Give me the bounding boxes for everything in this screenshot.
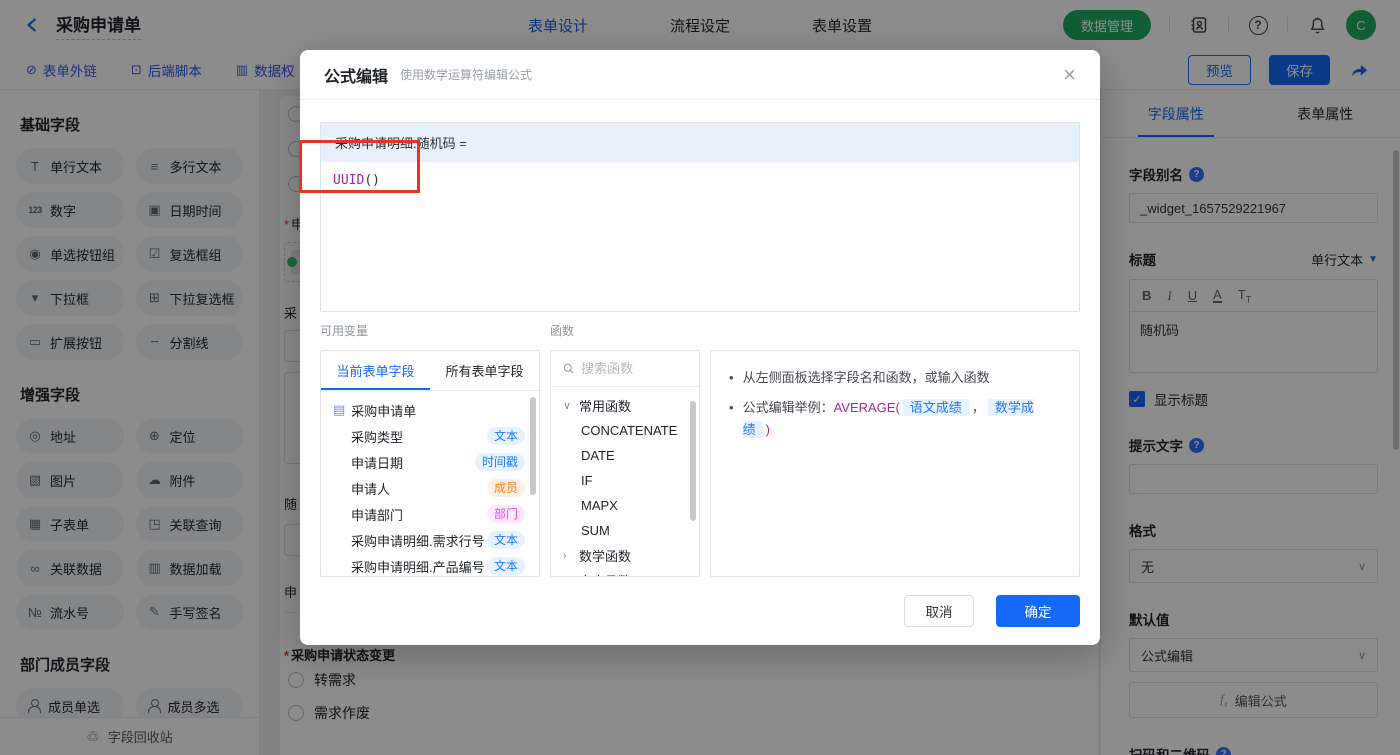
functions-scrollbar[interactable] [690, 401, 696, 521]
variable-item[interactable]: 申请人 成员 [321, 475, 539, 501]
cancel-button[interactable]: 取消 [904, 595, 974, 627]
tips-label-spacer [710, 322, 1080, 340]
tab-current-form-fields[interactable]: 当前表单字段 [321, 351, 430, 390]
formula-editor-modal: 公式编辑 使用数学运算符编辑公式 × 采购申请明细.随机码 = UUID() 可… [299, 50, 1100, 645]
variables-column: 可用变量 当前表单字段 所有表单字段 ▤ 采购申请单 采购类型 文本 申请日期 时间戳 申请… [320, 322, 540, 577]
bullet-icon: • [729, 400, 734, 415]
function-search [551, 351, 699, 387]
variables-tabs: 当前表单字段 所有表单字段 [321, 351, 539, 391]
formula-editor: 采购申请明细.随机码 = UUID() [299, 122, 1080, 312]
variable-root-name: 采购申请单 [351, 403, 417, 419]
chevron-right-icon: › [563, 575, 572, 577]
variable-type-badge: 部门 [486, 505, 525, 523]
function-item[interactable]: IF [551, 468, 699, 493]
function-group-name: 数学函数 [579, 549, 632, 564]
close-icon[interactable]: × [1063, 63, 1076, 86]
variable-item[interactable]: 采购类型 文本 [321, 423, 539, 449]
variable-type-badge: 文本 [486, 557, 525, 575]
modal-footer: 取消 确定 [904, 595, 1080, 627]
formula-parens: () [364, 173, 380, 188]
function-item[interactable]: SUM [551, 518, 699, 543]
function-item[interactable]: CONCATENATE [551, 418, 699, 443]
variable-name: 申请人 [351, 481, 391, 497]
functions-label: 函数 [550, 324, 575, 338]
function-item[interactable]: MAPX [551, 493, 699, 518]
chevron-right-icon: › [563, 549, 567, 562]
functions-box: ∨ 常用函数 CONCATENATEDATEIFMAPXSUM › 数学函数 › 文本函数 [550, 350, 700, 577]
function-item[interactable]: DATE [551, 443, 699, 468]
tips-box: • 从左侧面板选择字段名和函数，或输入函数 • 公式编辑举例：AVERAGE(语… [710, 350, 1080, 577]
variables-scrollbar[interactable] [530, 397, 536, 495]
form-doc-icon: ▤ [333, 402, 346, 417]
modal-subtitle: 使用数学运算符编辑公式 [400, 68, 533, 82]
formula-function: UUID [333, 173, 365, 188]
variable-type-badge: 文本 [486, 531, 525, 549]
variable-name: 申请部门 [351, 507, 404, 523]
variable-item[interactable]: 采购申请明细.需求行号 文本 [321, 527, 539, 553]
bullet-icon: • [729, 370, 734, 385]
variable-name: 申请日期 [351, 455, 404, 471]
variable-name: 采购申请明细.需求行号 [351, 533, 485, 549]
app-window: 采购申请单 表单设计 流程设定 表单设置 数据管理 ? C ⊘ 表单外链 ⊡ 后端脚本 ▥ 数… [0, 0, 1400, 755]
variable-type-badge: 时间戳 [474, 453, 525, 471]
variables-list: ▤ 采购申请单 采购类型 文本 申请日期 时间戳 申请人 成员 申请部门 部门 采购申请明细.需求行… [321, 391, 539, 576]
formula-target: 采购申请明细.随机码 = [321, 123, 1079, 162]
tip-text-1: 从左侧面板选择字段名和函数，或输入函数 [742, 370, 990, 385]
function-group[interactable]: ∨ 常用函数 [551, 393, 699, 418]
function-group[interactable]: › 数学函数 [551, 543, 699, 568]
tip-text-2: 公式编辑举例：AVERAGE(语文成绩，数学成绩) [742, 399, 1034, 438]
variable-type-badge: 成员 [486, 479, 525, 497]
function-group-name: 常用函数 [579, 399, 632, 414]
tip-line-2: • 公式编辑举例：AVERAGE(语文成绩，数学成绩) [729, 397, 1061, 441]
tip-line-1: • 从左侧面板选择字段名和函数，或输入函数 [729, 367, 1061, 389]
modal-header: 公式编辑 使用数学运算符编辑公式 × [300, 50, 1100, 100]
example-chip: 语文成绩 [902, 399, 969, 416]
function-search-input[interactable] [581, 361, 687, 376]
variable-item[interactable]: 采购申请明细.产品编号 文本 [321, 553, 539, 576]
chevron-down-icon: ∨ [563, 400, 572, 412]
variable-name: 采购申请明细.产品编号 [351, 559, 485, 575]
formula-code-area[interactable]: UUID() [321, 162, 1079, 311]
search-icon [563, 363, 574, 374]
function-group-name: 文本函数 [579, 571, 631, 576]
confirm-button[interactable]: 确定 [996, 595, 1080, 627]
functions-column: 函数 ∨ 常用函数 CONCATENATEDATEIFMAPXSUM › 数学函数 › 文本… [550, 322, 700, 577]
variable-item[interactable]: 申请日期 时间戳 [321, 449, 539, 475]
variables-label: 可用变量 [320, 324, 369, 338]
tips-column: • 从左侧面板选择字段名和函数，或输入函数 • 公式编辑举例：AVERAGE(语… [710, 322, 1080, 577]
functions-list: ∨ 常用函数 CONCATENATEDATEIFMAPXSUM › 数学函数 › 文本函数 [551, 387, 699, 577]
variable-root[interactable]: ▤ 采购申请单 [321, 397, 539, 423]
modal-body: 采购申请明细.随机码 = UUID() 可用变量 当前表单字段 所有表单字段 ▤… [299, 100, 1100, 577]
variable-item[interactable]: 申请部门 部门 [321, 501, 539, 527]
variable-name: 采购类型 [351, 429, 404, 445]
variable-type-badge: 文本 [486, 427, 525, 445]
function-group[interactable]: › 文本函数 [551, 568, 699, 577]
variables-box: 当前表单字段 所有表单字段 ▤ 采购申请单 采购类型 文本 申请日期 时间戳 申请人 成员 申请… [320, 350, 540, 577]
modal-title: 公式编辑 [324, 68, 389, 86]
tab-all-form-fields[interactable]: 所有表单字段 [430, 351, 539, 390]
modal-panels: 可用变量 当前表单字段 所有表单字段 ▤ 采购申请单 采购类型 文本 申请日期 时间戳 申请… [320, 322, 1080, 577]
